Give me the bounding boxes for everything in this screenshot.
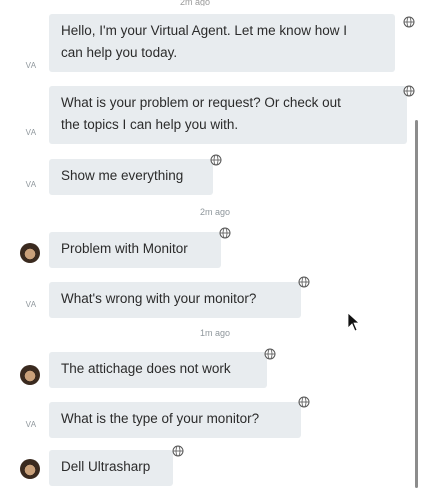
globe-icon[interactable]	[403, 85, 415, 97]
globe-icon[interactable]	[298, 276, 310, 288]
sender-label: VA	[25, 420, 37, 429]
message-text-line: can help you today.	[61, 45, 178, 60]
message-bubble: Dell Ultrasharp	[49, 450, 173, 486]
globe-icon[interactable]	[219, 227, 231, 239]
globe-icon[interactable]	[298, 396, 310, 408]
top-timestamp: 2m ago	[180, 0, 211, 6]
user-avatar	[20, 459, 40, 479]
message-bubble: What is your problem or request? Or chec…	[49, 86, 407, 144]
sender-label: VA	[25, 300, 37, 309]
globe-icon[interactable]	[210, 154, 222, 166]
scrollbar[interactable]	[415, 120, 418, 488]
sender-label: VA	[25, 128, 37, 137]
globe-icon[interactable]	[264, 348, 276, 360]
message-bubble: Hello, I'm your Virtual Agent. Let me kn…	[49, 14, 395, 72]
message-bubble: The attichage does not work	[49, 352, 267, 388]
globe-icon[interactable]	[403, 16, 415, 28]
message-text-line: What is your problem or request? Or chec…	[61, 95, 341, 110]
message-bubble: Problem with Monitor	[49, 232, 221, 268]
message-bubble: What's wrong with your monitor?	[49, 282, 301, 318]
sender-label: VA	[25, 61, 37, 70]
message-text-line: the topics I can help you with.	[61, 117, 239, 132]
mouse-cursor-icon	[347, 312, 361, 332]
globe-icon[interactable]	[172, 445, 184, 457]
user-avatar	[20, 243, 40, 263]
message-bubble[interactable]: Show me everything	[49, 159, 213, 195]
user-avatar	[20, 365, 40, 385]
sender-label: VA	[25, 180, 37, 189]
chat-transcript: 2m ago Hello, I'm your Virtual Agent. Le…	[0, 0, 421, 493]
timestamp: 2m ago	[199, 207, 231, 217]
message-text-line: Hello, I'm your Virtual Agent. Let me kn…	[61, 23, 347, 38]
message-bubble: What is the type of your monitor?	[49, 402, 301, 438]
timestamp: 1m ago	[199, 328, 231, 338]
